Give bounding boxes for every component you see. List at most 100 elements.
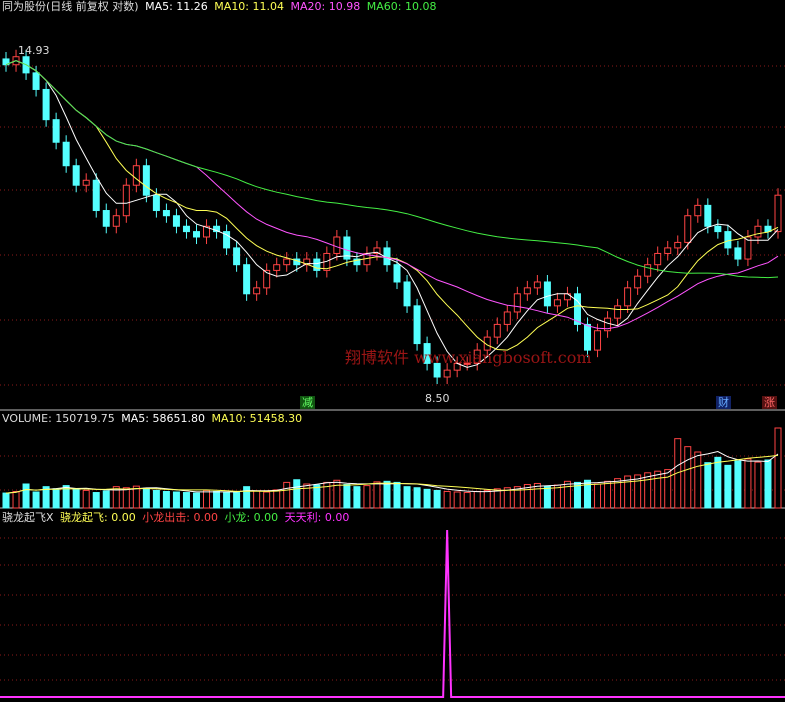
volume-bar (142, 487, 150, 509)
volume-bar (162, 490, 170, 509)
indicator-item-3: 小龙: 0.00 (224, 511, 279, 524)
volume-bar (604, 480, 612, 509)
candle-body (443, 369, 451, 378)
candle-body (734, 247, 742, 260)
candle-body (533, 281, 541, 289)
candle-body (393, 264, 401, 283)
volume-bar (313, 484, 321, 509)
volume-bar (734, 460, 742, 509)
volume-bar (72, 488, 80, 509)
volume-bar (172, 491, 180, 509)
candle-body (62, 141, 70, 167)
volume-bar (293, 479, 301, 509)
candle-body (694, 204, 702, 217)
candle-body (142, 165, 150, 196)
indicator-signal-line (0, 529, 785, 698)
limit-up-tag[interactable]: 涨 (762, 396, 777, 409)
volume-bar (393, 481, 401, 509)
watermark: 翔博软件 www.xiangbosoft.com (345, 348, 592, 367)
candle-body (333, 236, 341, 254)
volume-bar (724, 464, 732, 509)
candle-body (122, 184, 130, 217)
candle-body (614, 305, 622, 319)
ma10-legend: MA10: 11.04 (214, 0, 285, 13)
volume-ma5-legend: MA5: 58651.80 (121, 412, 205, 425)
candle-body (273, 264, 281, 271)
volume-ma5-line (5, 450, 779, 494)
candle-body (674, 241, 682, 249)
candle-body (403, 281, 411, 307)
candle-body (543, 281, 551, 307)
candle-body (503, 311, 511, 325)
indicator-item-4: 天天利: 0.00 (284, 511, 350, 524)
reduce-tag[interactable]: 减 (300, 396, 315, 409)
ma60-line (5, 60, 779, 279)
volume-bar (2, 492, 10, 509)
candle-body (654, 252, 662, 266)
candle-body (774, 194, 782, 233)
candle-body (42, 88, 50, 121)
ma20-legend: MA20: 10.98 (290, 0, 361, 13)
volume-bar (433, 489, 441, 509)
candle-body (493, 323, 501, 338)
candle-body (132, 165, 140, 186)
candle-body (102, 210, 110, 227)
candle-body (624, 287, 632, 307)
volume-bar (273, 489, 281, 509)
volume-bar (373, 481, 381, 509)
volume-bar (543, 485, 551, 509)
volume-bar (553, 484, 561, 509)
high-price-label: 14.93 (18, 44, 50, 57)
volume-bar (92, 492, 100, 509)
volume-bar (714, 456, 722, 509)
volume-bar (353, 486, 361, 509)
stock-title: 同为股份(日线 前复权 对数) (2, 0, 139, 13)
volume-bar (493, 488, 501, 509)
volume-bar (182, 492, 190, 509)
volume-bar (413, 487, 421, 509)
volume-bar (594, 483, 602, 509)
volume-bar (333, 479, 341, 509)
candle-body (413, 305, 421, 345)
volume-bar (122, 487, 130, 509)
candle-body (32, 72, 40, 90)
volume-bar (774, 427, 782, 509)
ma5-legend: MA5: 11.26 (145, 0, 208, 13)
main-panel-legend: 同为股份(日线 前复权 对数) MA5: 11.26 MA10: 11.04 M… (2, 0, 439, 14)
volume-bar (684, 446, 692, 509)
ma20-line (5, 60, 779, 330)
volume-bar (483, 489, 491, 509)
finance-tag[interactable]: 财 (716, 396, 731, 409)
volume-bar (203, 489, 211, 509)
indicator-name: 骁龙起飞X (2, 511, 54, 524)
indicator-panel-legend: 骁龙起飞X 骁龙起飞: 0.00 小龙出击: 0.00 小龙: 0.00 天天利… (2, 511, 352, 525)
candle-body (162, 210, 170, 217)
candle-body (573, 293, 581, 325)
volume-bar (253, 490, 261, 509)
candle-body (52, 119, 60, 143)
volume-bar (694, 451, 702, 509)
candle-body (253, 287, 261, 295)
volume-bar (533, 482, 541, 509)
candle-body (684, 215, 692, 243)
volume-bar (223, 491, 231, 509)
candle-body (634, 275, 642, 289)
volume-bar (423, 488, 431, 509)
volume-bar (644, 472, 652, 509)
chart-window: 同为股份(日线 前复权 对数) MA5: 11.26 MA10: 11.04 M… (0, 0, 785, 702)
candle-body (192, 231, 200, 238)
candle-body (513, 293, 521, 313)
volume-bar (443, 490, 451, 509)
volume-bar (764, 459, 772, 509)
candle-body (92, 179, 100, 212)
volume-bar (634, 474, 642, 509)
volume-bar (343, 484, 351, 509)
candle-body (172, 215, 180, 227)
candle-body (72, 165, 80, 186)
volume-bar (32, 491, 40, 509)
volume-ma10-legend: MA10: 51458.30 (211, 412, 303, 425)
volume-bar (192, 492, 200, 509)
volume-bar (744, 458, 752, 509)
ma60-legend: MA60: 10.08 (366, 0, 437, 13)
indicator-item-1: 骁龙起飞: 0.00 (60, 511, 136, 524)
